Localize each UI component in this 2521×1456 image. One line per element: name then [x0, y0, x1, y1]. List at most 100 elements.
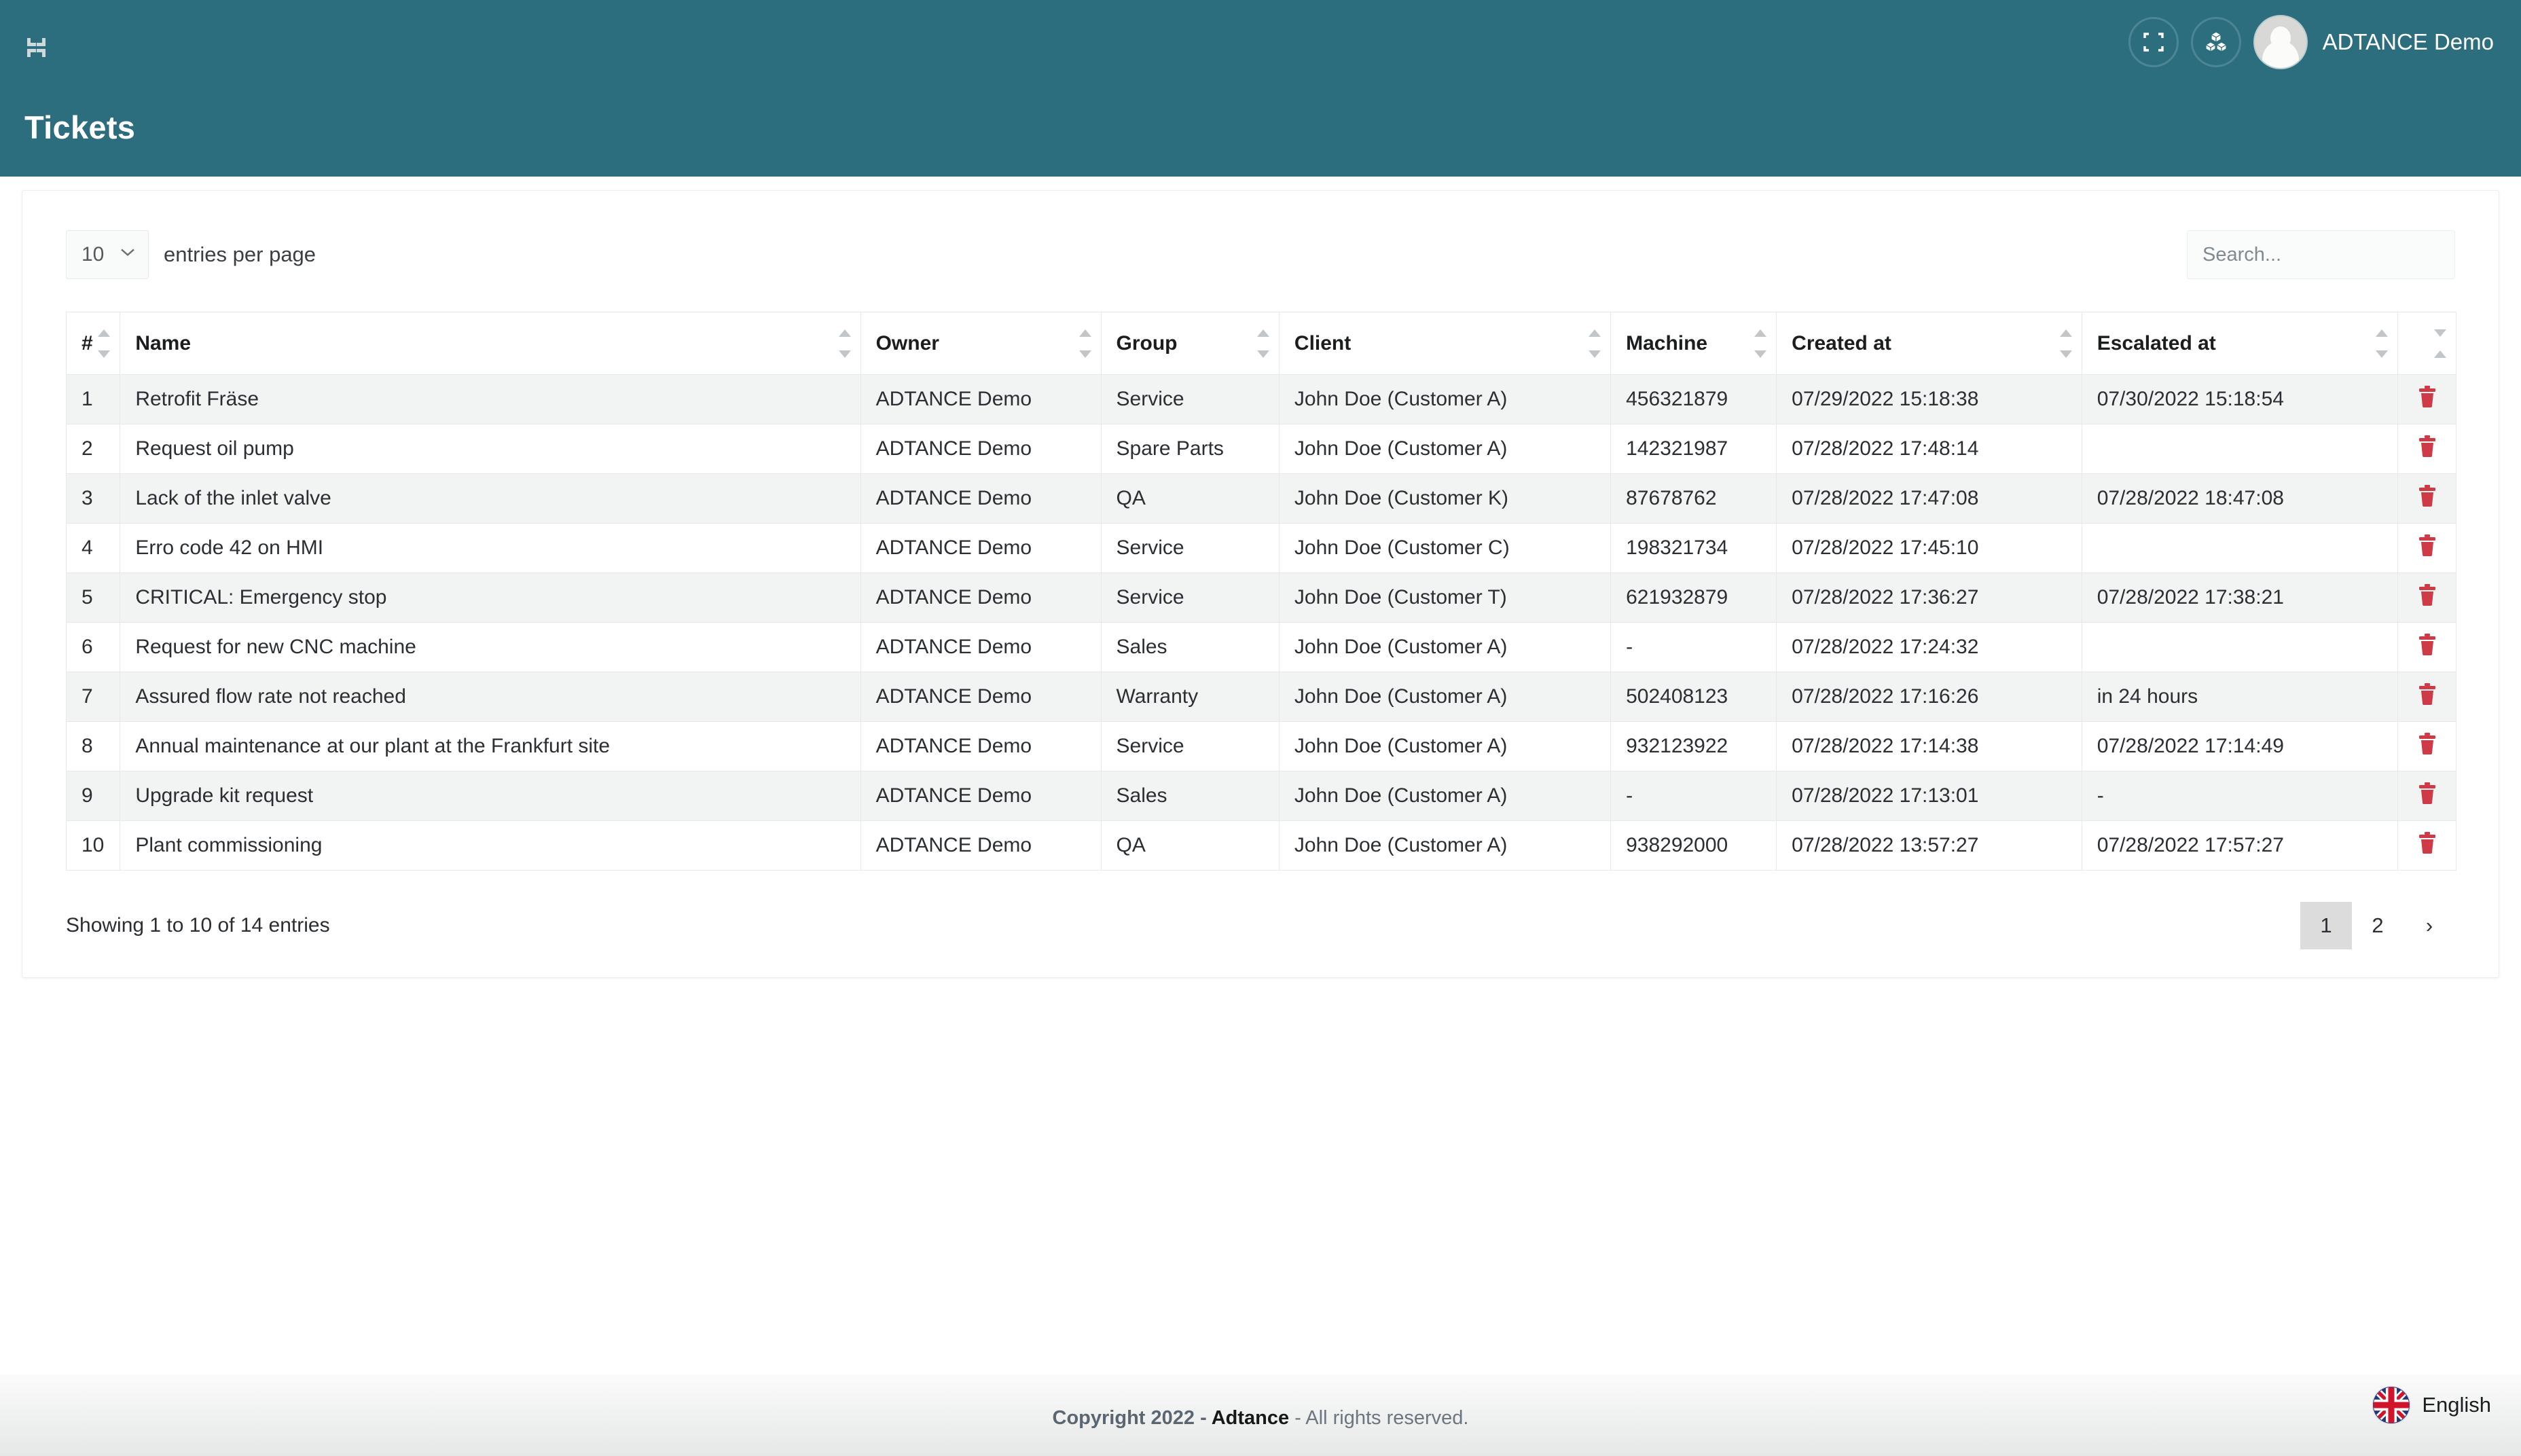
- table-row[interactable]: 1 Retrofit Fräse ADTANCE Demo Service John D…: [65, 374, 2456, 424]
- table-row[interactable]: 6 Request for new CNC machine ADTANCE Demo…: [65, 622, 2456, 672]
- cell-group: Sales: [1100, 622, 1280, 672]
- sort-arrows-icon[interactable]: [1078, 329, 1091, 358]
- table-row[interactable]: 10 Plant commissioning ADTANCE Demo QA John …: [65, 820, 2456, 871]
- trash-icon: [2417, 634, 2437, 661]
- column-header-owner[interactable]: Owner: [860, 312, 1102, 375]
- table-row[interactable]: 8 Annual maintenance at our plant at the …: [65, 721, 2456, 771]
- column-header-machine[interactable]: Machine: [1610, 312, 1777, 375]
- cell-escalated: 07/28/2022 17:57:27: [2081, 820, 2399, 871]
- column-header-group[interactable]: Group: [1100, 312, 1280, 375]
- delete-ticket-button[interactable]: [2417, 683, 2437, 710]
- table-row[interactable]: 2 Request oil pump ADTANCE Demo Spare Parts…: [65, 424, 2456, 474]
- cell-machine: -: [1610, 771, 1777, 821]
- delete-ticket-button[interactable]: [2417, 534, 2437, 562]
- cell-owner: ADTANCE Demo: [860, 771, 1102, 821]
- sort-arrows-icon[interactable]: [2059, 329, 2072, 358]
- delete-ticket-button[interactable]: [2417, 485, 2437, 512]
- header-actions: ADTANCE Demo: [2128, 15, 2494, 69]
- search-input[interactable]: [2187, 230, 2455, 279]
- cell-action: [2397, 523, 2456, 573]
- entries-per-page-select[interactable]: 10: [66, 230, 149, 279]
- cell-owner: ADTANCE Demo: [860, 473, 1102, 524]
- cell-name: Upgrade kit request: [120, 771, 861, 821]
- cell-machine: 502408123: [1610, 672, 1777, 722]
- cell-name: Request for new CNC machine: [120, 622, 861, 672]
- fullscreen-button[interactable]: [2128, 17, 2179, 67]
- cell-escalated: -: [2081, 771, 2399, 821]
- entries-per-page-label: entries per page: [164, 242, 316, 266]
- cell-name: Plant commissioning: [120, 820, 861, 871]
- cell-action: [2397, 424, 2456, 474]
- user-name-label[interactable]: ADTANCE Demo: [2323, 29, 2494, 55]
- cell-owner: ADTANCE Demo: [860, 572, 1102, 623]
- cell-machine: -: [1610, 622, 1777, 672]
- pagination-next-button[interactable]: ›: [2404, 902, 2455, 949]
- sort-arrows-icon[interactable]: [2434, 329, 2446, 358]
- cell-machine: 621932879: [1610, 572, 1777, 623]
- cell-client: John Doe (Customer A): [1278, 820, 1612, 871]
- cell-name: Annual maintenance at our plant at the F…: [120, 721, 861, 771]
- cell-owner: ADTANCE Demo: [860, 820, 1102, 871]
- avatar[interactable]: [2253, 15, 2308, 69]
- entries-per-page-value: 10: [81, 243, 105, 266]
- delete-ticket-button[interactable]: [2417, 584, 2437, 611]
- cell-owner: ADTANCE Demo: [860, 424, 1102, 474]
- table-head: # Name Owner Group Client Machine Created at Es…: [65, 312, 2456, 375]
- delete-ticket-button[interactable]: [2417, 733, 2437, 760]
- column-header-name[interactable]: Name: [120, 312, 861, 375]
- sort-arrows-icon[interactable]: [98, 329, 111, 358]
- language-label: English: [2422, 1393, 2491, 1417]
- cell-num: 7: [65, 672, 121, 722]
- cell-machine: 142321987: [1610, 424, 1777, 474]
- table-row[interactable]: 4 Erro code 42 on HMI ADTANCE Demo Service J…: [65, 523, 2456, 573]
- sort-arrows-icon[interactable]: [1754, 329, 1767, 358]
- cell-created: 07/28/2022 17:45:10: [1776, 523, 2082, 573]
- avatar-body: [2262, 41, 2299, 68]
- cell-owner: ADTANCE Demo: [860, 672, 1102, 722]
- column-header-client[interactable]: Client: [1278, 312, 1612, 375]
- collapse-sidebar-icon[interactable]: [26, 29, 61, 61]
- column-header-label: Machine: [1626, 331, 1708, 354]
- column-header-label: #: [81, 331, 93, 354]
- page-footer: Copyright 2022 - Adtance - All rights re…: [0, 1375, 2521, 1456]
- pagination-page-2[interactable]: 2: [2352, 902, 2404, 949]
- modules-button[interactable]: [2190, 17, 2241, 67]
- showing-entries-text: Showing 1 to 10 of 14 entries: [66, 914, 330, 936]
- cell-action: [2397, 771, 2456, 821]
- cell-group: Service: [1100, 523, 1280, 573]
- cell-group: Service: [1100, 374, 1280, 424]
- delete-ticket-button[interactable]: [2417, 782, 2437, 809]
- delete-ticket-button[interactable]: [2417, 634, 2437, 661]
- cell-created: 07/29/2022 15:18:38: [1776, 374, 2082, 424]
- sort-arrows-icon[interactable]: [2376, 329, 2389, 358]
- sort-arrows-icon[interactable]: [1589, 329, 1601, 358]
- cell-created: 07/28/2022 17:47:08: [1776, 473, 2082, 524]
- trash-icon: [2417, 584, 2437, 611]
- cell-group: QA: [1100, 473, 1280, 524]
- cell-client: John Doe (Customer A): [1278, 672, 1612, 722]
- cell-client: John Doe (Customer K): [1278, 473, 1612, 524]
- table-row[interactable]: 9 Upgrade kit request ADTANCE Demo Sales Joh…: [65, 771, 2456, 821]
- cell-num: 10: [65, 820, 121, 871]
- cell-name: Retrofit Fräse: [120, 374, 861, 424]
- table-row[interactable]: 5 CRITICAL: Emergency stop ADTANCE Demo Ser…: [65, 572, 2456, 623]
- column-header-created[interactable]: Created at: [1776, 312, 2082, 375]
- trash-icon: [2417, 534, 2437, 562]
- table-row[interactable]: 7 Assured flow rate not reached ADTANCE De…: [65, 672, 2456, 722]
- column-header-num[interactable]: #: [65, 312, 121, 375]
- table-row[interactable]: 3 Lack of the inlet valve ADTANCE Demo QA Jo…: [65, 473, 2456, 524]
- language-switcher[interactable]: English: [2373, 1387, 2491, 1423]
- cell-created: 07/28/2022 17:48:14: [1776, 424, 2082, 474]
- delete-ticket-button[interactable]: [2417, 435, 2437, 462]
- delete-ticket-button[interactable]: [2417, 386, 2437, 413]
- sort-arrows-icon[interactable]: [1256, 329, 1269, 358]
- pagination-page-1[interactable]: 1: [2300, 902, 2352, 949]
- column-header-escalated[interactable]: Escalated at: [2081, 312, 2399, 375]
- cell-owner: ADTANCE Demo: [860, 622, 1102, 672]
- trash-icon: [2417, 733, 2437, 760]
- delete-ticket-button[interactable]: [2417, 832, 2437, 859]
- column-header-action[interactable]: [2397, 312, 2456, 375]
- sort-arrows-icon[interactable]: [838, 329, 851, 358]
- page-title: Tickets: [24, 109, 136, 145]
- cell-name: Lack of the inlet valve: [120, 473, 861, 524]
